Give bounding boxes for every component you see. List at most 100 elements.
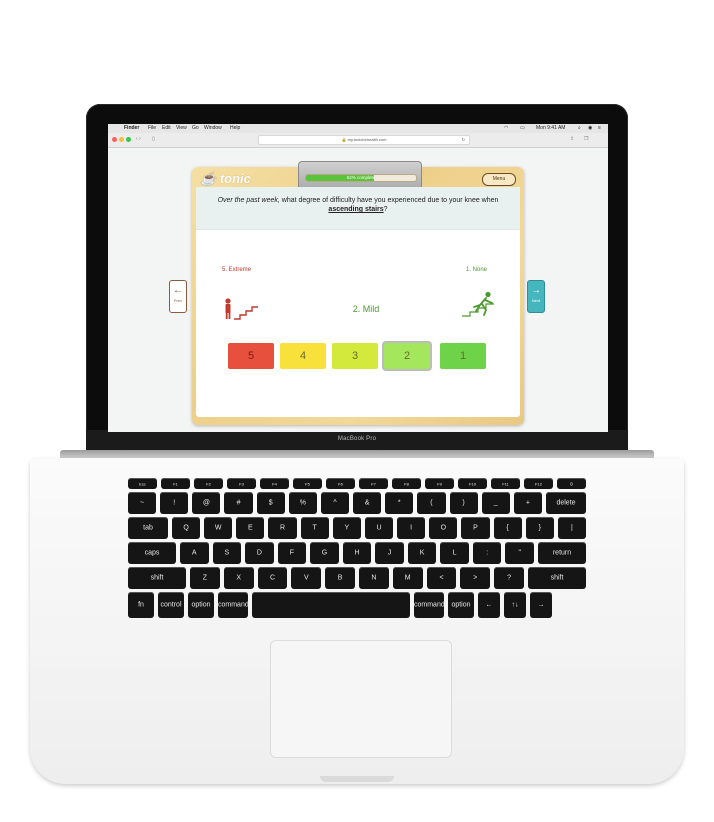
- menubar-item-help[interactable]: Help: [230, 125, 240, 131]
- reload-icon[interactable]: ↻: [462, 136, 465, 144]
- key-l[interactable]: L: [440, 542, 469, 564]
- menubar-item-edit[interactable]: Edit: [162, 125, 171, 131]
- battery-icon[interactable]: ▭: [520, 125, 525, 131]
- key-control[interactable]: control: [158, 592, 184, 618]
- key-sym12[interactable]: }: [525, 517, 554, 539]
- trackpad[interactable]: [270, 640, 452, 758]
- key-j[interactable]: J: [375, 542, 404, 564]
- key-f[interactable]: F: [277, 542, 307, 564]
- menubar-item-view[interactable]: View: [176, 125, 187, 131]
- menubar-item-window[interactable]: Window: [204, 125, 222, 131]
- key-sym11[interactable]: _: [481, 492, 510, 514]
- key-sym10[interactable]: ): [449, 492, 478, 514]
- back-forward-icon[interactable]: ‹ ›: [136, 136, 141, 142]
- menubar-app-name[interactable]: Finder: [124, 125, 139, 131]
- key-n[interactable]: N: [359, 567, 389, 589]
- key-m[interactable]: M: [392, 567, 423, 589]
- siri-icon[interactable]: ◉: [588, 125, 592, 131]
- key-f5[interactable]: F5: [293, 478, 322, 489]
- key-sym9[interactable]: (: [417, 492, 446, 514]
- key-s[interactable]: S: [212, 542, 242, 564]
- key-sym11[interactable]: {: [493, 517, 522, 539]
- key-f4[interactable]: F4: [260, 478, 289, 489]
- menubar-item-file[interactable]: File: [148, 125, 156, 131]
- key-i[interactable]: I: [397, 517, 426, 539]
- key-tab[interactable]: tab: [128, 517, 168, 539]
- key-caps[interactable]: caps: [128, 542, 176, 564]
- key-p[interactable]: P: [461, 517, 490, 539]
- next-button[interactable]: → Next: [527, 280, 545, 313]
- key-sym9[interactable]: >: [460, 567, 491, 589]
- share-icon[interactable]: ⇪: [570, 136, 574, 142]
- key-o[interactable]: O: [429, 517, 458, 539]
- key-space[interactable]: [252, 592, 410, 618]
- key-sym4[interactable]: $: [256, 492, 285, 514]
- key-sym13[interactable]: ⏻: [557, 478, 586, 489]
- answer-option-3[interactable]: 3: [332, 343, 378, 369]
- key-z[interactable]: Z: [190, 567, 220, 589]
- key-f3[interactable]: F3: [227, 478, 256, 489]
- key-f7[interactable]: F7: [359, 478, 388, 489]
- menubar-clock[interactable]: Mon 9:41 AM: [536, 125, 565, 131]
- key-sym12[interactable]: +: [513, 492, 542, 514]
- key-sym5[interactable]: %: [288, 492, 317, 514]
- key-shift[interactable]: shift: [528, 567, 586, 589]
- key-f8[interactable]: F8: [392, 478, 421, 489]
- answer-option-2[interactable]: 2: [384, 343, 430, 369]
- key-sym2[interactable]: @: [192, 492, 221, 514]
- url-bar[interactable]: 🔒 my.tonicforhealth.com ↻: [258, 135, 470, 145]
- key-option[interactable]: option: [448, 592, 474, 618]
- key-r[interactable]: R: [268, 517, 297, 539]
- key-k[interactable]: K: [407, 542, 437, 564]
- key-command[interactable]: command: [414, 592, 445, 618]
- prev-button[interactable]: ← Prev: [169, 280, 187, 313]
- key-f2[interactable]: F2: [194, 478, 223, 489]
- minimize-window-button[interactable]: [119, 137, 124, 142]
- key-sym7[interactable]: ←: [478, 592, 500, 618]
- key-sym1[interactable]: !: [160, 492, 189, 514]
- wifi-icon[interactable]: ◠: [504, 125, 508, 131]
- close-window-button[interactable]: [112, 137, 117, 142]
- spotlight-icon[interactable]: ⌕: [578, 125, 581, 131]
- key-esc[interactable]: Esc: [128, 478, 157, 489]
- key-h[interactable]: H: [342, 542, 372, 564]
- key-sym11[interactable]: ": [505, 542, 534, 564]
- answer-option-4[interactable]: 4: [280, 343, 326, 369]
- key-sym10[interactable]: ?: [494, 567, 524, 589]
- key-sym0[interactable]: ~: [128, 492, 157, 514]
- answer-option-5[interactable]: 5: [228, 343, 274, 369]
- key-sym3[interactable]: #: [224, 492, 253, 514]
- key-fn[interactable]: fn: [128, 592, 154, 618]
- key-delete[interactable]: delete: [546, 492, 586, 514]
- key-sym8[interactable]: *: [385, 492, 414, 514]
- key-u[interactable]: U: [364, 517, 394, 539]
- key-f1[interactable]: F1: [161, 478, 190, 489]
- key-sym6[interactable]: ^: [320, 492, 350, 514]
- key-y[interactable]: Y: [332, 517, 361, 539]
- key-sym13[interactable]: |: [557, 517, 586, 539]
- key-c[interactable]: C: [257, 567, 288, 589]
- key-return[interactable]: return: [538, 542, 586, 564]
- key-x[interactable]: X: [223, 567, 254, 589]
- key-a[interactable]: A: [180, 542, 209, 564]
- key-f12[interactable]: F12: [524, 478, 553, 489]
- key-f10[interactable]: F10: [458, 478, 487, 489]
- key-sym9[interactable]: →: [530, 592, 552, 618]
- key-sym8[interactable]: ↑↓: [504, 592, 526, 618]
- key-b[interactable]: B: [325, 567, 355, 589]
- key-f6[interactable]: F6: [326, 478, 355, 489]
- key-v[interactable]: V: [291, 567, 322, 589]
- key-f9[interactable]: F9: [425, 478, 454, 489]
- key-f11[interactable]: F11: [491, 478, 520, 489]
- sidebar-icon[interactable]: ▯: [152, 136, 155, 142]
- key-command[interactable]: command: [218, 592, 249, 618]
- key-t[interactable]: T: [300, 517, 329, 539]
- key-d[interactable]: D: [245, 542, 274, 564]
- tabs-icon[interactable]: ❐: [584, 136, 588, 142]
- key-sym10[interactable]: :: [472, 542, 502, 564]
- key-shift[interactable]: shift: [128, 567, 186, 589]
- zoom-window-button[interactable]: [126, 137, 131, 142]
- notification-center-icon[interactable]: ≡: [598, 125, 601, 131]
- key-sym8[interactable]: <: [426, 567, 457, 589]
- key-w[interactable]: W: [204, 517, 233, 539]
